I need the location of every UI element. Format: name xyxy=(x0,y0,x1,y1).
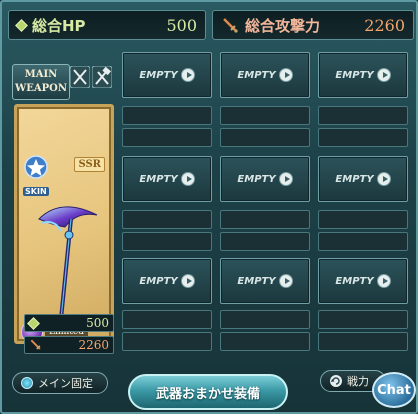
ssr-badge: SSR xyxy=(74,157,105,172)
slot-empty-label: EMPTY xyxy=(335,275,374,287)
toggle-indicator-icon xyxy=(21,377,33,389)
main-weapon-title-line2: WEAPON xyxy=(15,83,67,94)
slot-sub-row xyxy=(318,210,408,229)
total-atk-label: 総合攻撃力 xyxy=(245,16,321,35)
slot-sub-row xyxy=(122,106,212,125)
slot-sub-row xyxy=(122,128,212,147)
skin-star-icon xyxy=(24,155,48,179)
crossed-swords-icon[interactable] xyxy=(70,66,90,88)
play-icon xyxy=(180,274,195,288)
slot-sub-row xyxy=(220,232,310,251)
play-icon xyxy=(376,68,391,82)
power-label: 戦力 xyxy=(347,375,369,388)
slot-sub-row xyxy=(318,106,408,125)
main-weapon-panel: MAIN WEAPON SKIN SSR Limited 500 2260 xyxy=(8,46,116,354)
weapon-slot-6[interactable]: EMPTY xyxy=(318,156,408,202)
weapon-slot-2[interactable]: EMPTY xyxy=(220,52,310,98)
sub-weapon-grid: EMPTY EMPTY EMPTY EMPTY EMPTY EMPTY EMPT… xyxy=(122,52,412,351)
slot-sub-row xyxy=(220,128,310,147)
slot-empty-label: EMPTY xyxy=(335,173,374,185)
chat-button[interactable]: Chat xyxy=(372,372,416,408)
slot-sub-row xyxy=(220,332,310,351)
main-weapon-title: MAIN WEAPON xyxy=(12,64,70,100)
crossed-hammers-icon[interactable] xyxy=(92,66,112,88)
auto-equip-button[interactable]: 武器おまかせ装備 xyxy=(128,374,288,410)
play-icon xyxy=(376,172,391,186)
main-weapon-atk-value: 2260 xyxy=(78,338,109,352)
slot-sub-row xyxy=(318,332,408,351)
slot-sub-row xyxy=(220,310,310,329)
hp-gem-icon xyxy=(27,316,40,330)
slot-sub-row xyxy=(220,210,310,229)
sword-icon xyxy=(30,339,41,350)
slot-empty-label: EMPTY xyxy=(237,69,276,81)
weapon-slot-9[interactable]: EMPTY xyxy=(318,258,408,304)
refresh-icon xyxy=(330,375,342,387)
slot-empty-label: EMPTY xyxy=(237,173,276,185)
slot-sub-row xyxy=(318,310,408,329)
main-lock-label: メイン固定 xyxy=(38,377,93,390)
total-hp-label: 総合HP xyxy=(32,16,86,35)
main-weapon-title-line1: MAIN xyxy=(24,69,58,80)
slot-sub-row xyxy=(122,310,212,329)
main-weapon-hp-value: 500 xyxy=(86,316,109,330)
sword-icon xyxy=(223,18,238,33)
main-weapon-card[interactable]: SKIN SSR Limited xyxy=(14,104,114,344)
weapon-slot-4[interactable]: EMPTY xyxy=(122,156,212,202)
slot-sub-row xyxy=(220,106,310,125)
play-icon xyxy=(278,274,293,288)
slot-empty-label: EMPTY xyxy=(335,69,374,81)
total-atk-bar: 総合攻撃力 2260 xyxy=(212,10,414,40)
weapon-slot-8[interactable]: EMPTY xyxy=(220,258,310,304)
weapon-slot-3[interactable]: EMPTY xyxy=(318,52,408,98)
slot-sub-row xyxy=(318,232,408,251)
slot-empty-label: EMPTY xyxy=(139,69,178,81)
play-icon xyxy=(376,274,391,288)
chat-label: Chat xyxy=(377,382,411,398)
slot-empty-label: EMPTY xyxy=(139,275,178,287)
auto-equip-label: 武器おまかせ装備 xyxy=(155,386,260,402)
play-icon xyxy=(180,172,195,186)
total-hp-bar: 総合HP 500 xyxy=(8,10,206,40)
slot-sub-row xyxy=(122,332,212,351)
play-icon xyxy=(180,68,195,82)
play-icon xyxy=(278,68,293,82)
main-weapon-atk: 2260 xyxy=(24,336,114,354)
weapon-grid-window: 総合HP 500 総合攻撃力 2260 MAIN WEAPON SKIN SSR… xyxy=(0,0,418,414)
weapon-slot-5[interactable]: EMPTY xyxy=(220,156,310,202)
play-icon xyxy=(278,172,293,186)
main-weapon-hp: 500 xyxy=(24,314,114,332)
slot-empty-label: EMPTY xyxy=(139,173,178,185)
weapon-slot-1[interactable]: EMPTY xyxy=(122,52,212,98)
slot-sub-row xyxy=(318,128,408,147)
weapon-slot-7[interactable]: EMPTY xyxy=(122,258,212,304)
hp-gem-icon xyxy=(15,18,28,32)
slot-empty-label: EMPTY xyxy=(237,275,276,287)
slot-sub-row xyxy=(122,210,212,229)
main-lock-toggle[interactable]: メイン固定 xyxy=(12,372,108,394)
total-atk-value: 2260 xyxy=(364,15,405,35)
slot-sub-row xyxy=(122,232,212,251)
total-hp-value: 500 xyxy=(166,15,197,35)
